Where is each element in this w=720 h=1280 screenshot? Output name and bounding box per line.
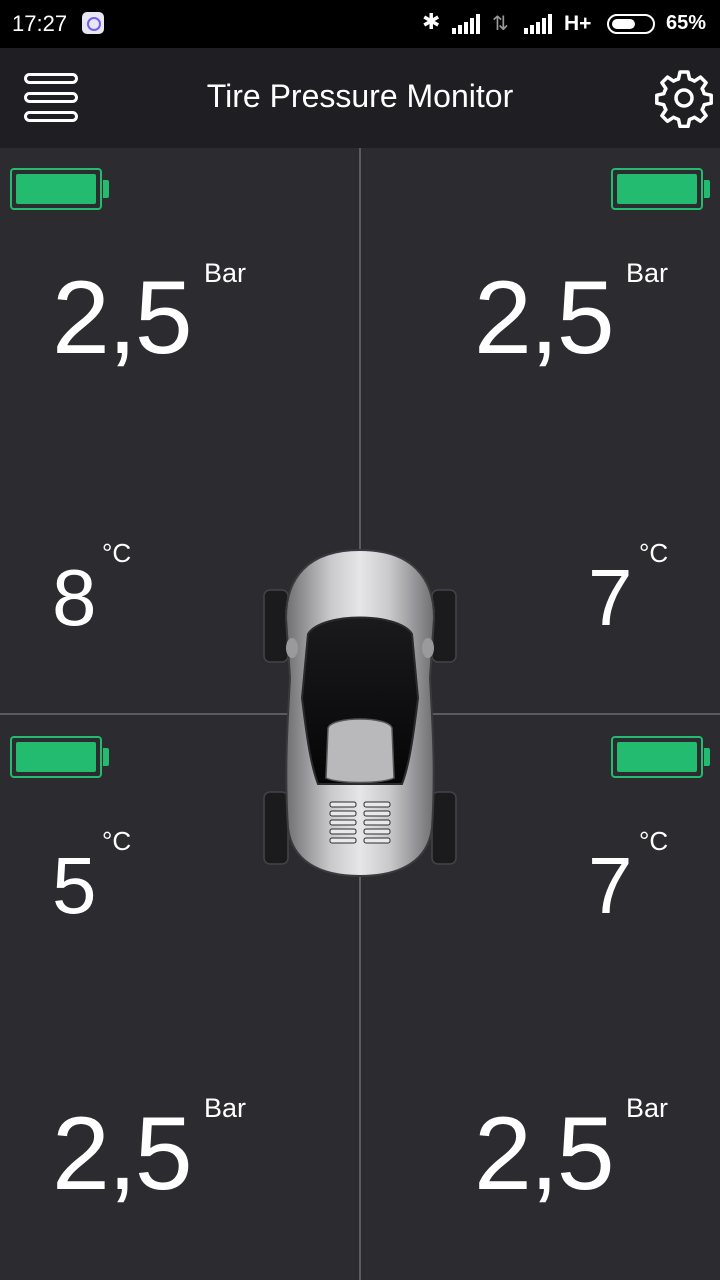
pressure-front-left: 2,5 (52, 260, 193, 376)
temperature-unit-front-left: °C (102, 538, 132, 568)
viber-icon (82, 12, 104, 34)
tire-battery-rear-left (10, 736, 109, 778)
pressure-unit-front-left: Bar (204, 258, 247, 288)
signal-icon-2 (524, 14, 556, 34)
pressure-unit-rear-left: Bar (204, 1093, 247, 1123)
gear-icon[interactable] (654, 68, 714, 128)
temperature-unit-rear-right: °C (639, 826, 669, 856)
tire-battery-rear-right (611, 736, 710, 778)
temperature-front-left: 8 (52, 553, 97, 642)
tire-battery-front-right (611, 168, 710, 210)
temperature-unit-rear-left: °C (102, 826, 132, 856)
pressure-unit-rear-right: Bar (626, 1093, 669, 1123)
pressure-unit-front-right: Bar (626, 258, 669, 288)
temperature-front-right: 7 (588, 553, 633, 642)
car-top-view-image (263, 548, 457, 878)
temperature-unit-front-right: °C (639, 538, 669, 568)
pressure-front-right: 2,5 (474, 260, 615, 376)
network-type: H+ (564, 12, 592, 35)
data-activity-icon: ⇅ (492, 13, 509, 35)
page-title: Tire Pressure Monitor (206, 78, 514, 114)
app-bar: Tire Pressure Monitor (0, 48, 720, 148)
tire-battery-front-left (10, 168, 109, 210)
pressure-rear-left: 2,5 (52, 1096, 193, 1212)
temperature-rear-right: 7 (588, 841, 633, 930)
status-time: 17:27 (12, 11, 68, 36)
signal-icon (452, 14, 484, 34)
battery-percent: 65% (666, 12, 707, 34)
status-bar: 17:27 ✱ ⇅ H+ 65% (0, 0, 720, 48)
battery-fill (612, 19, 636, 29)
temperature-rear-left: 5 (52, 841, 97, 930)
bluetooth-icon: ✱ (422, 9, 441, 34)
battery-icon (607, 14, 655, 34)
pressure-rear-right: 2,5 (474, 1096, 615, 1212)
